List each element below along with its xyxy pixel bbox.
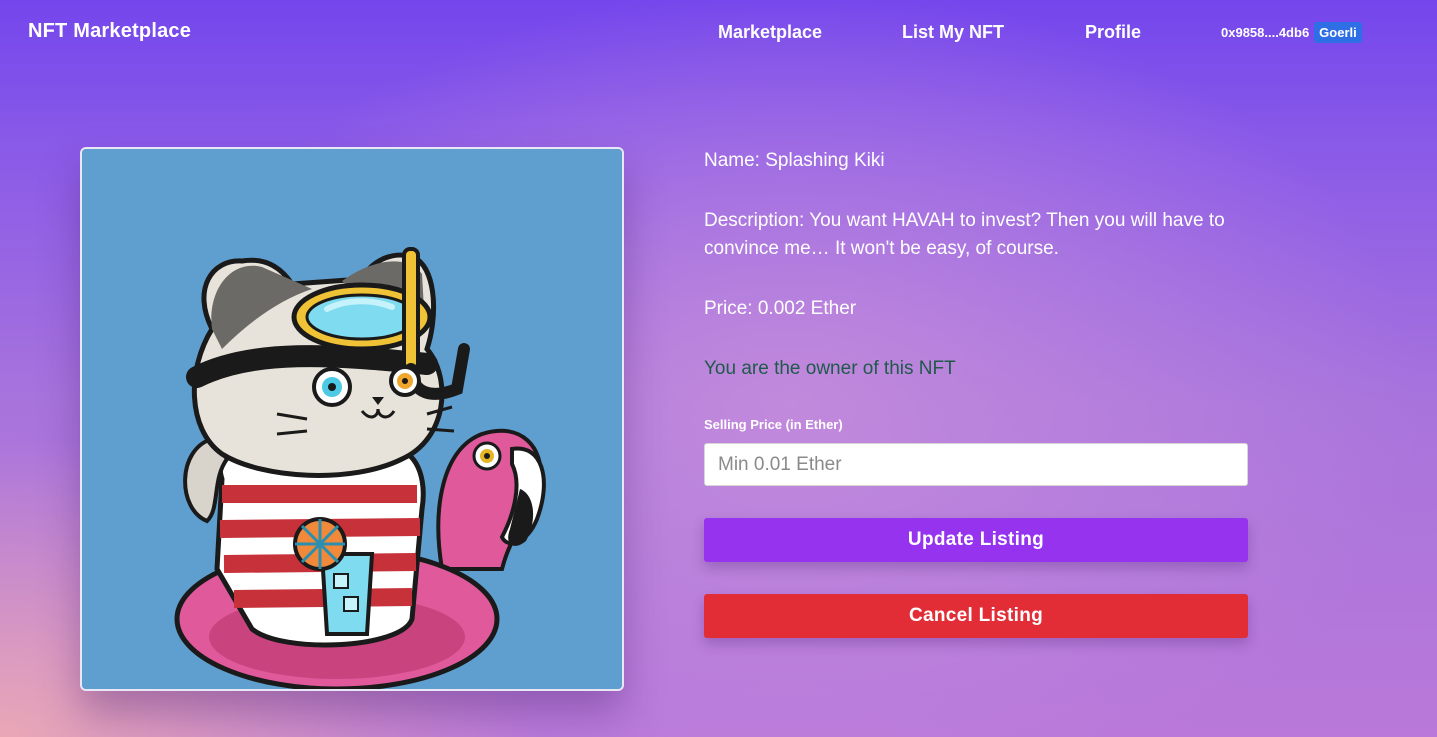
selling-price-input[interactable] (704, 443, 1248, 486)
owner-notice: You are the owner of this NFT (704, 358, 956, 379)
brand-logo[interactable]: NFT Marketplace (28, 20, 191, 43)
nft-image (80, 147, 624, 691)
nav-marketplace[interactable]: Marketplace (718, 22, 822, 43)
network-badge: Goerli (1314, 22, 1362, 43)
nav-profile[interactable]: Profile (1085, 22, 1141, 43)
nav-list-my-nft[interactable]: List My NFT (902, 22, 1004, 43)
nft-name: Name: Splashing Kiki (704, 150, 885, 171)
selling-price-label: Selling Price (in Ether) (704, 417, 843, 432)
top-nav: NFT Marketplace Marketplace List My NFT … (0, 0, 1437, 66)
nft-details: Name: Splashing Kiki Description: You wa… (704, 147, 1264, 383)
update-listing-button[interactable]: Update Listing (704, 518, 1248, 562)
nft-description: Description: You want HAVAH to invest? T… (704, 210, 1225, 259)
cat-snorkel-flamingo-icon (82, 149, 622, 689)
wallet-status[interactable]: 0x9858....4db6 Goerli (1221, 22, 1362, 43)
cancel-listing-button[interactable]: Cancel Listing (704, 594, 1248, 638)
nft-price: Price: 0.002 Ether (704, 298, 857, 319)
wallet-address: 0x9858....4db6 (1221, 25, 1310, 40)
